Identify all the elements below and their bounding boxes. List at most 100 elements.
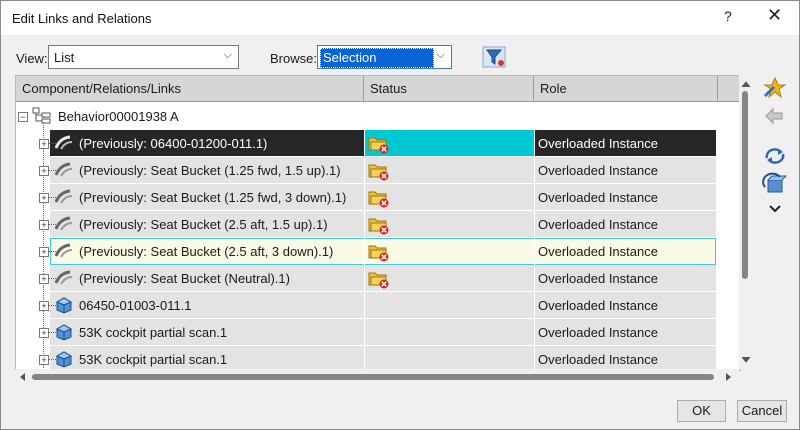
table-row[interactable]: +06450-01003-011.1 Overloaded Instance xyxy=(16,292,716,319)
reload-component-icon xyxy=(762,172,788,193)
expand-icon[interactable]: + xyxy=(39,139,49,149)
expand-icon[interactable]: + xyxy=(39,328,49,338)
row-name: (Previously: 06400-01200-011.1) xyxy=(79,136,268,151)
row-role: Overloaded Instance xyxy=(538,217,658,232)
row-role: Overloaded Instance xyxy=(538,352,658,367)
row-role: Overloaded Instance xyxy=(538,298,658,313)
table-row[interactable]: + (Previously: Seat Bucket (Neutral).1) Ov… xyxy=(16,265,716,292)
expand-icon[interactable]: + xyxy=(39,193,49,203)
tree-structure-icon xyxy=(32,107,51,124)
row-role: Overloaded Instance xyxy=(538,136,658,151)
replace-button[interactable] xyxy=(762,104,788,128)
broken-link-icon xyxy=(54,162,73,177)
part-cube-icon xyxy=(55,351,73,368)
chevron-down-icon: ⌵ xyxy=(436,49,445,61)
expand-icon[interactable]: + xyxy=(39,274,49,284)
cell-divider xyxy=(534,238,535,265)
more-tools-button[interactable] xyxy=(762,201,788,217)
wizard-star-icon xyxy=(763,76,787,99)
wizard-button[interactable] xyxy=(762,76,788,100)
row-role: Overloaded Instance xyxy=(538,190,658,205)
cell-divider xyxy=(364,130,365,157)
cell-divider xyxy=(364,184,365,211)
vertical-scrollbar[interactable] xyxy=(739,75,753,369)
table-row[interactable]: + (Previously: Seat Bucket (2.5 aft, 3 do… xyxy=(16,238,716,265)
horizontal-scrollbar-graphic xyxy=(20,373,731,381)
row-name: 53K cockpit partial scan.1 xyxy=(79,325,228,340)
cell-divider xyxy=(534,319,535,346)
column-header-role[interactable]: Role xyxy=(534,76,718,102)
row-role: Overloaded Instance xyxy=(538,325,658,340)
cell-divider xyxy=(534,184,535,211)
browse-combo[interactable]: Selection ⌵ xyxy=(317,45,452,69)
window-title: Edit Links and Relations xyxy=(12,11,152,26)
row-name: (Previously: Seat Bucket (2.5 aft, 1.5 u… xyxy=(79,217,328,232)
help-button[interactable]: ? xyxy=(724,8,732,24)
view-combo-value: List xyxy=(54,50,75,65)
chevron-down-icon: ⌵ xyxy=(223,49,232,61)
expand-icon[interactable]: + xyxy=(39,301,49,311)
cell-divider xyxy=(364,211,365,238)
cell-divider xyxy=(364,292,365,319)
tree-root-row[interactable]: − Behavior00001938 A xyxy=(16,103,716,130)
expand-icon[interactable]: + xyxy=(39,247,49,257)
table-row[interactable]: + (Previously: Seat Bucket (1.25 fwd, 3 d… xyxy=(16,184,716,211)
browse-combo-value: Selection xyxy=(320,48,434,68)
refresh-button[interactable] xyxy=(762,144,788,168)
row-role: Overloaded Instance xyxy=(538,163,658,178)
vertical-scrollbar-graphic xyxy=(741,81,751,363)
row-name: 53K cockpit partial scan.1 xyxy=(79,352,228,367)
row-name: 06450-01003-011.1 xyxy=(79,298,192,313)
cell-divider xyxy=(364,238,365,265)
column-header-component[interactable]: Component/Relations/Links xyxy=(16,76,364,102)
edit-links-dialog: Edit Links and Relations ? ✕ View: List … xyxy=(0,0,800,430)
part-cube-icon xyxy=(55,297,73,314)
root-label: Behavior00001938 A xyxy=(58,109,179,124)
row-name: (Previously: Seat Bucket (1.25 fwd, 1.5 … xyxy=(79,163,341,178)
row-role: Overloaded Instance xyxy=(538,271,658,286)
ok-button[interactable]: OK xyxy=(677,400,726,422)
cell-divider xyxy=(364,157,365,184)
expand-icon[interactable]: + xyxy=(39,220,49,230)
table-row[interactable]: +53K cockpit partial scan.1 Overloaded In… xyxy=(16,319,716,346)
view-combo[interactable]: List ⌵ xyxy=(48,45,239,69)
folder-error-icon xyxy=(368,218,389,235)
broken-link-icon xyxy=(54,270,73,285)
row-name: (Previously: Seat Bucket (2.5 aft, 3 dow… xyxy=(79,244,334,259)
close-button[interactable]: ✕ xyxy=(767,5,782,26)
broken-link-icon xyxy=(54,216,73,231)
cell-divider xyxy=(534,292,535,319)
column-header-status[interactable]: Status xyxy=(364,76,534,102)
cell-divider xyxy=(364,265,365,292)
browse-label: Browse: xyxy=(270,51,317,66)
reload-button[interactable] xyxy=(762,172,788,196)
cell-divider xyxy=(534,130,535,157)
horizontal-scrollbar[interactable] xyxy=(15,369,739,385)
row-role: Overloaded Instance xyxy=(538,244,658,259)
folder-error-icon xyxy=(368,191,389,208)
table-row[interactable]: + (Previously: 06400-01200-011.1) Overload… xyxy=(16,130,716,157)
replace-arrows-icon xyxy=(765,107,783,125)
table-row[interactable]: + (Previously: Seat Bucket (1.25 fwd, 1.5… xyxy=(16,157,716,184)
filter-button[interactable] xyxy=(481,44,509,70)
cell-divider xyxy=(364,319,365,346)
broken-link-icon xyxy=(54,135,73,150)
part-cube-icon xyxy=(55,324,73,341)
folder-error-icon xyxy=(368,137,389,154)
row-name: (Previously: Seat Bucket (1.25 fwd, 3 do… xyxy=(79,190,347,205)
table-row[interactable]: + (Previously: Seat Bucket (2.5 aft, 1.5 … xyxy=(16,211,716,238)
expand-icon[interactable]: + xyxy=(39,355,49,365)
cancel-button[interactable]: Cancel xyxy=(737,400,787,422)
cell-divider xyxy=(534,265,535,292)
expand-icon[interactable]: + xyxy=(39,166,49,176)
chevron-down-icon xyxy=(769,205,781,213)
cell-divider xyxy=(364,346,365,370)
broken-link-icon xyxy=(54,243,73,258)
row-name: (Previously: Seat Bucket (Neutral).1) xyxy=(79,271,290,286)
collapse-icon[interactable]: − xyxy=(18,112,28,122)
refresh-arrows-icon xyxy=(765,148,785,164)
cell-divider xyxy=(534,157,535,184)
table-row[interactable]: +53K cockpit partial scan.1 Overloaded In… xyxy=(16,346,716,370)
view-label: View: xyxy=(16,51,48,66)
cell-divider xyxy=(534,211,535,238)
